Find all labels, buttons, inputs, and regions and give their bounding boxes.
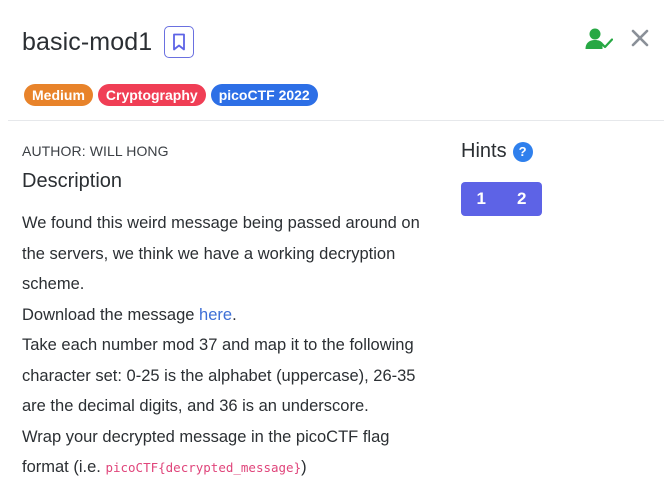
category-tag[interactable]: Cryptography xyxy=(97,84,206,106)
hints-title: Hints xyxy=(461,140,507,162)
challenge-modal: basic-mod1 Medium Cryptography picoCTF 2… xyxy=(0,0,669,493)
bookmark-icon xyxy=(173,33,186,51)
hint-button-2[interactable]: 2 xyxy=(502,182,543,216)
help-icon[interactable]: ? xyxy=(512,141,533,162)
hint-button-1[interactable]: 1 xyxy=(461,182,502,216)
flag-format-paragraph: Wrap your decrypted message in the picoC… xyxy=(22,422,437,484)
challenge-title: basic-mod1 xyxy=(22,27,153,56)
instructions-paragraph: Take each number mod 37 and map it to th… xyxy=(22,336,416,415)
download-line: Download the message here. xyxy=(22,300,437,331)
description-heading: Description xyxy=(22,170,123,192)
user-check-icon xyxy=(585,28,613,49)
header-divider xyxy=(8,120,664,121)
event-tag[interactable]: picoCTF 2022 xyxy=(210,84,318,106)
hint-button-group: 1 2 xyxy=(461,182,542,216)
flag-format-code: picoCTF{decrypted_message} xyxy=(105,460,302,475)
flag-format-suffix: ) xyxy=(301,458,307,476)
bookmark-button[interactable] xyxy=(164,26,195,58)
difficulty-tag[interactable]: Medium xyxy=(24,84,93,106)
download-link[interactable]: here xyxy=(199,306,232,324)
title-row: basic-mod1 xyxy=(22,24,195,60)
download-suffix: . xyxy=(232,305,237,324)
download-prefix: Download the message xyxy=(22,305,200,324)
tag-list: Medium Cryptography picoCTF 2022 xyxy=(24,84,318,106)
description-body: We found this weird message being passed… xyxy=(22,208,437,484)
author-label: AUTHOR: WILL HONG xyxy=(22,143,169,159)
close-icon[interactable] xyxy=(630,28,650,48)
hints-heading: Hints ? xyxy=(461,140,533,163)
description-paragraph: We found this weird message being passed… xyxy=(22,214,420,293)
